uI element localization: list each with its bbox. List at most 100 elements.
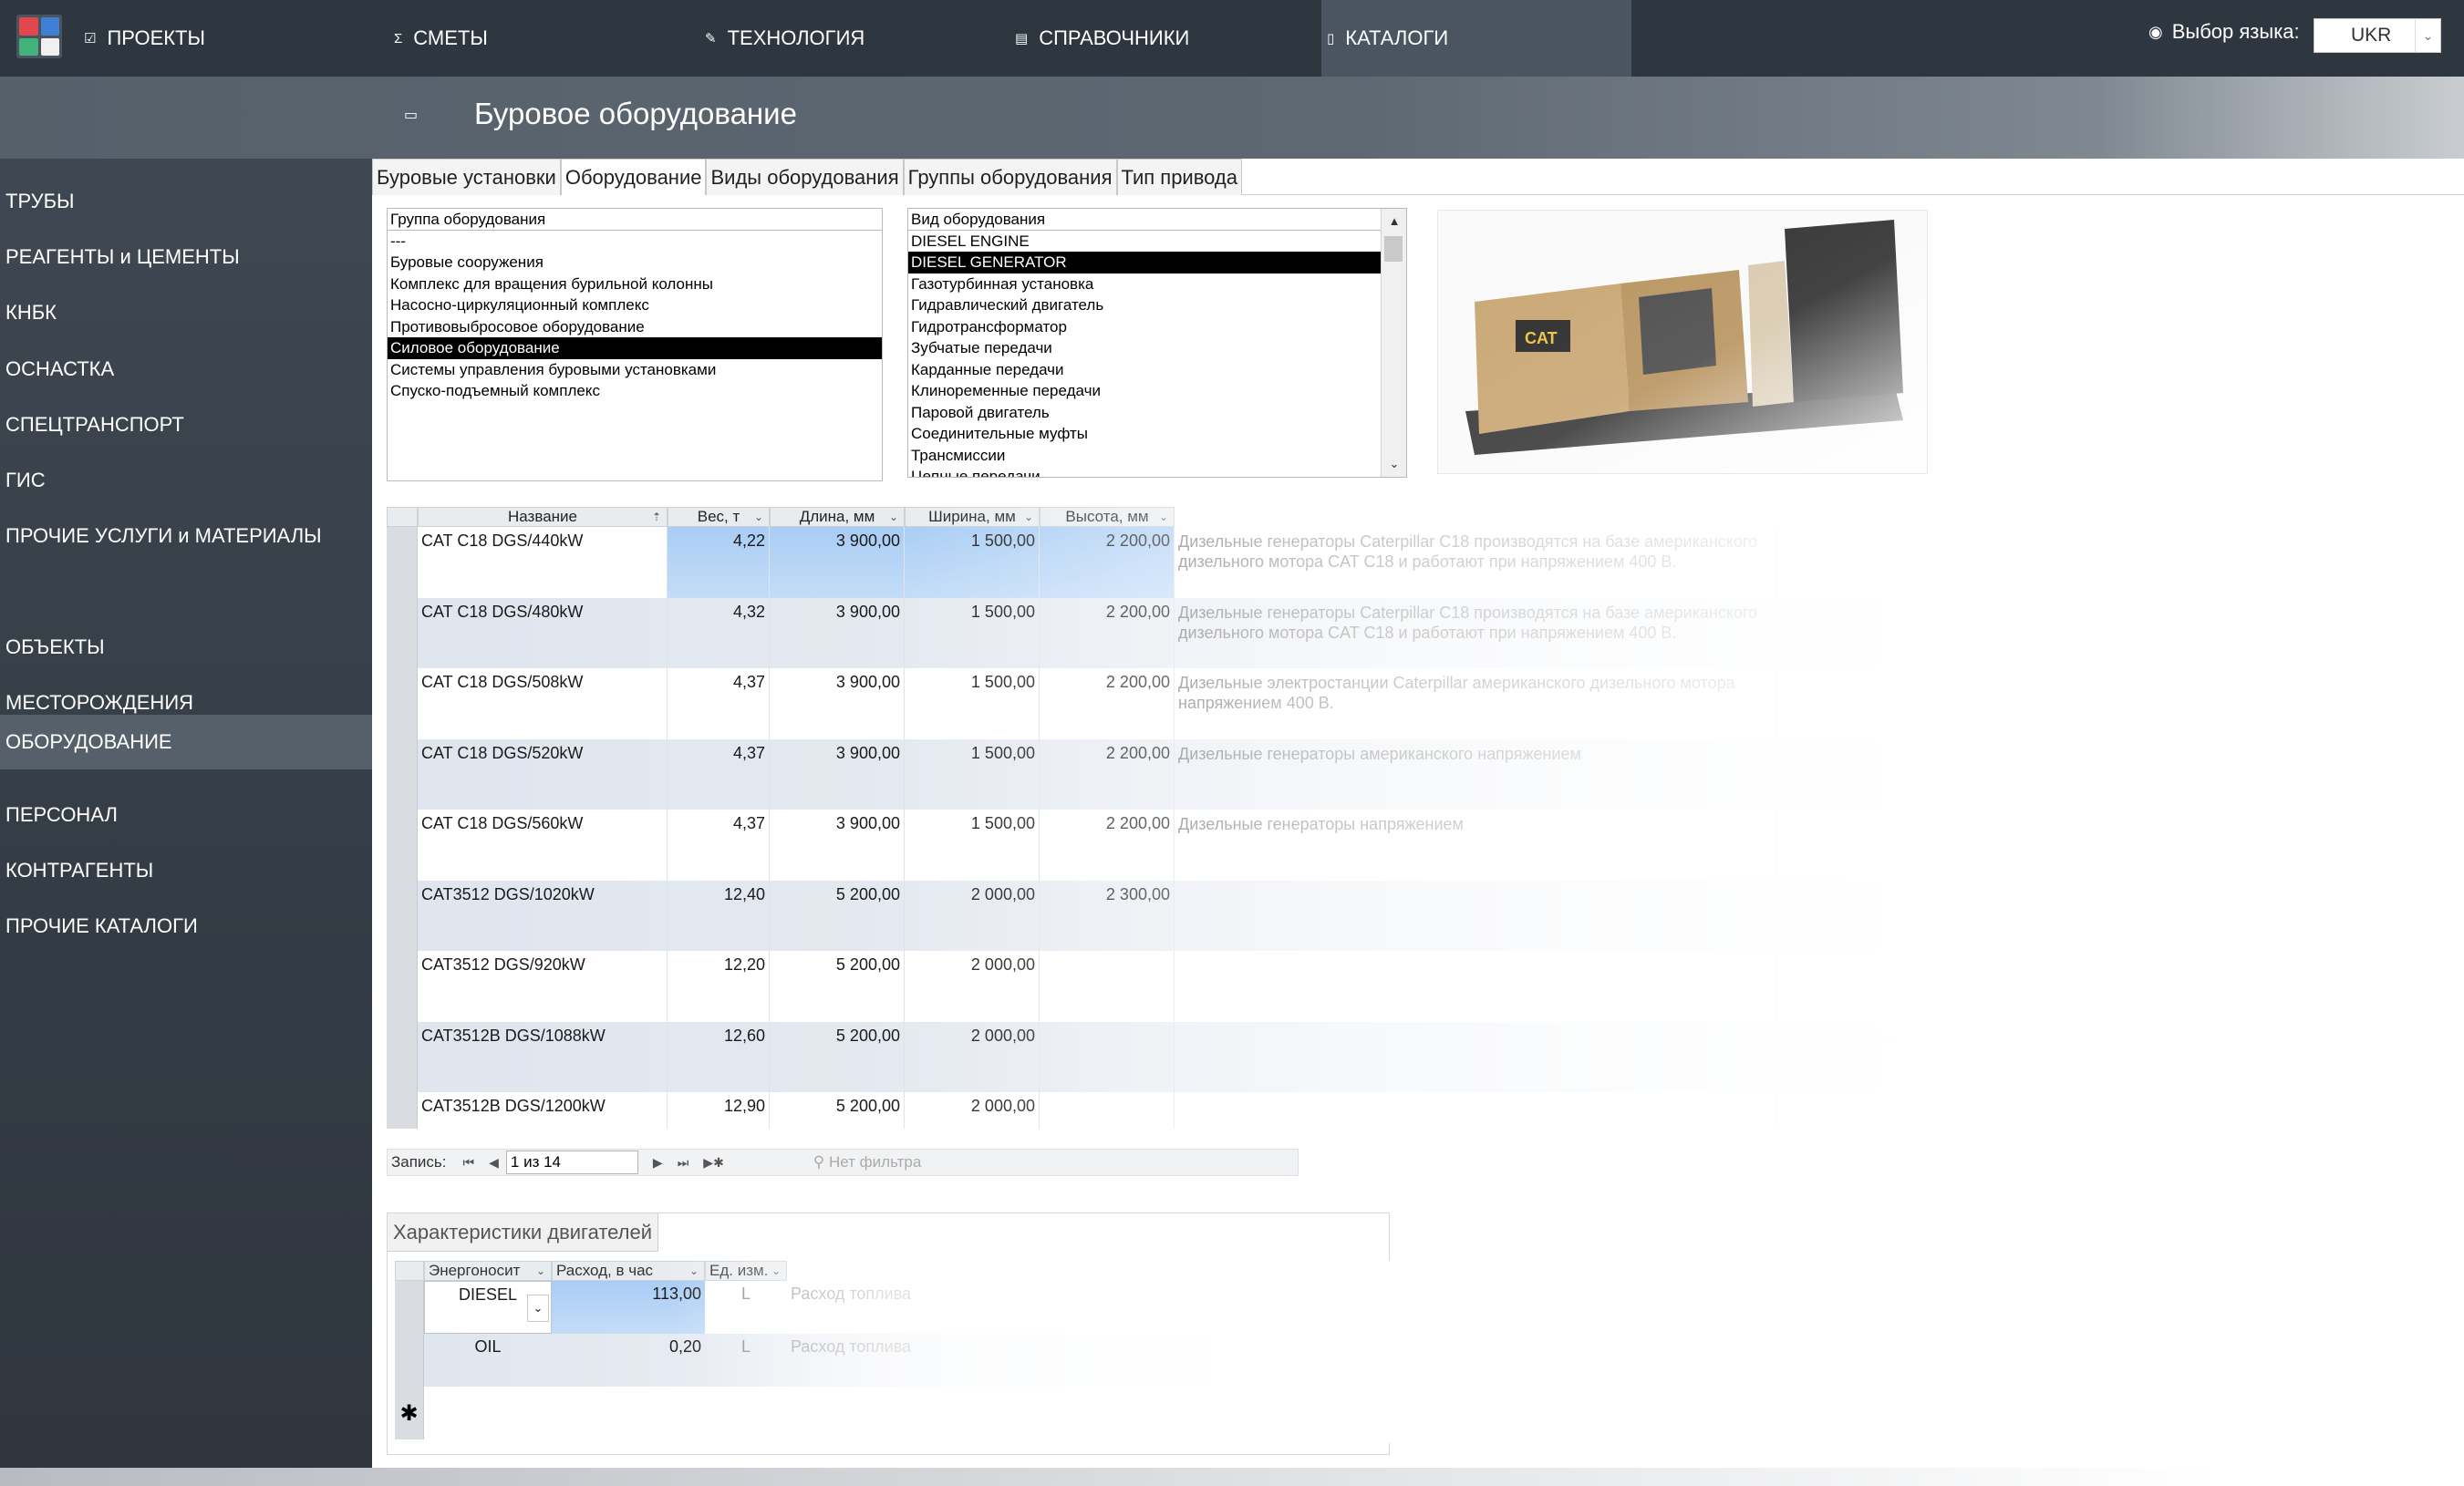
row-indicator[interactable] <box>387 738 418 810</box>
dropdown-icon[interactable]: ⌄ <box>689 1264 699 1277</box>
sidebar-item-objects[interactable]: ОБЪЕКТЫ <box>0 620 372 675</box>
cell-name[interactable]: CAT3512B DGS/1200kW <box>418 1092 668 1129</box>
cell-description[interactable]: Дизельные генераторы Caterpillar C18 про… <box>1175 597 1776 668</box>
row-indicator[interactable] <box>395 1281 424 1334</box>
cell-weight[interactable]: 4,37 <box>668 810 770 881</box>
cell-carrier[interactable]: OIL <box>424 1334 552 1387</box>
nav-tab-references[interactable]: ▤ СПРАВОЧНИКИ <box>1015 0 1316 77</box>
first-record-icon[interactable]: ⏮ <box>463 1155 475 1171</box>
table-row[interactable]: CAT C18 DGS/560kW 4,37 3 900,00 1 500,00… <box>387 810 2192 881</box>
row-indicator[interactable] <box>387 880 418 951</box>
sidebar-item-other-catalogs[interactable]: ПРОЧИЕ КАТАЛОГИ <box>0 899 372 954</box>
language-select[interactable]: UKR ⌄ <box>2314 18 2441 53</box>
cell-rate[interactable]: 0,20 <box>552 1334 705 1387</box>
cell-weight[interactable]: 12,40 <box>668 880 770 951</box>
cell-name[interactable]: CAT C18 DGS/480kW <box>418 597 668 668</box>
cell-length[interactable]: 3 900,00 <box>770 597 905 668</box>
app-logo[interactable] <box>16 15 62 58</box>
table-row[interactable]: CAT C18 DGS/480kW 4,32 3 900,00 1 500,00… <box>387 597 2192 668</box>
list-item[interactable]: Цепные передачи <box>908 466 1381 477</box>
column-header-rate[interactable]: Расход, в час ⌄ <box>552 1261 705 1281</box>
chevron-down-icon[interactable]: ⌄ <box>2415 19 2440 52</box>
row-indicator[interactable] <box>387 668 418 739</box>
cell-width[interactable]: 2 000,00 <box>905 880 1040 951</box>
scrollbar[interactable]: ▲ ⌄ <box>1381 209 1406 477</box>
table-row[interactable]: CAT C18 DGS/508kW 4,37 3 900,00 1 500,00… <box>387 668 2192 739</box>
cell-weight[interactable]: 4,37 <box>668 738 770 810</box>
list-item[interactable]: Насосно-циркуляционный комплекс <box>388 294 882 316</box>
cell-width[interactable]: 2 000,00 <box>905 1092 1040 1129</box>
tab-drilling-rigs[interactable]: Буровые установки <box>372 159 561 195</box>
dropdown-icon[interactable]: ⌄ <box>754 511 763 523</box>
cell-length[interactable]: 5 200,00 <box>770 951 905 1022</box>
list-item[interactable]: DIESEL ENGINE <box>908 231 1381 253</box>
dropdown-icon[interactable]: ⌄ <box>536 1264 545 1277</box>
new-record-icon[interactable]: ▶✱ <box>703 1155 724 1171</box>
cell-weight[interactable]: 12,90 <box>668 1092 770 1129</box>
cell-height[interactable] <box>1040 1021 1175 1092</box>
list-item[interactable]: Трансмиссии <box>908 445 1381 467</box>
column-header-weight[interactable]: Вес, т ⌄ <box>668 507 770 527</box>
cell-description[interactable]: Дизельные генераторы Caterpillar C18 про… <box>1175 527 1776 598</box>
sort-asc-icon[interactable]: ⇡ <box>652 511 661 523</box>
cell-weight[interactable]: 4,22 <box>668 527 770 598</box>
cell-description[interactable]: Дизельные генераторы напряжением <box>1175 810 1776 881</box>
nav-tab-catalogs[interactable]: ▯ КАТАЛОГИ <box>1321 0 1631 77</box>
cell-length[interactable]: 5 200,00 <box>770 880 905 951</box>
last-record-icon[interactable]: ⏭ <box>678 1155 689 1171</box>
tab-engine-characteristics[interactable]: Характеристики двигателей <box>388 1213 659 1252</box>
column-header-carrier[interactable]: Энергоносит ⌄ <box>424 1261 552 1281</box>
nav-tab-estimates[interactable]: Σ СМЕТЫ <box>394 0 695 77</box>
cell-height[interactable]: 2 300,00 <box>1040 880 1175 951</box>
cell-description[interactable] <box>1175 1092 1776 1129</box>
cell-width[interactable]: 2 000,00 <box>905 951 1040 1022</box>
list-item-selected[interactable]: DIESEL GENERATOR <box>908 252 1381 273</box>
cell-weight[interactable]: 4,32 <box>668 597 770 668</box>
table-row[interactable]: OIL 0,20 L Расход топлива <box>395 1334 1380 1387</box>
dropdown-icon[interactable]: ⌄ <box>771 1264 781 1277</box>
scroll-thumb[interactable] <box>1384 236 1403 262</box>
list-item[interactable]: Газотурбинная установка <box>908 273 1381 295</box>
cell-length[interactable]: 3 900,00 <box>770 738 905 810</box>
table-row[interactable]: CAT3512B DGS/1088kW 12,60 5 200,00 2 000… <box>387 1021 2192 1092</box>
sidebar-item-contractors[interactable]: КОНТРАГЕНТЫ <box>0 843 372 898</box>
nav-tab-projects[interactable]: ☑ ПРОЕКТЫ <box>84 0 385 77</box>
column-header-length[interactable]: Длина, мм ⌄ <box>770 507 905 527</box>
list-item[interactable]: Зубчатые передачи <box>908 337 1381 359</box>
new-row[interactable]: ✱ <box>395 1387 1380 1440</box>
sidebar-item-gis[interactable]: ГИС <box>0 453 372 508</box>
cell-name[interactable]: CAT3512B DGS/1088kW <box>418 1021 668 1092</box>
dropdown-icon[interactable]: ⌄ <box>1159 511 1168 523</box>
cell-rate[interactable]: 113,00 <box>552 1281 705 1334</box>
cell-description[interactable]: Дизельные электростанции Caterpillar аме… <box>1175 668 1776 739</box>
cell-width[interactable]: 1 500,00 <box>905 738 1040 810</box>
list-item-selected[interactable]: Силовое оборудование <box>388 337 882 359</box>
tab-equipment-groups[interactable]: Группы оборудования <box>903 159 1117 195</box>
row-indicator[interactable] <box>387 810 418 881</box>
cell-unit[interactable]: L <box>705 1334 787 1387</box>
cell-length[interactable]: 5 200,00 <box>770 1092 905 1129</box>
cell-weight[interactable]: 12,60 <box>668 1021 770 1092</box>
row-indicator[interactable] <box>395 1334 424 1387</box>
cell-weight[interactable]: 12,20 <box>668 951 770 1022</box>
chevron-down-icon[interactable]: ⌄ <box>527 1295 549 1322</box>
row-indicator[interactable] <box>387 597 418 668</box>
cell-name[interactable]: CAT3512 DGS/1020kW <box>418 880 668 951</box>
column-header-width[interactable]: Ширина, мм ⌄ <box>905 507 1040 527</box>
filter-indicator[interactable]: ⚲ Нет фильтра <box>813 1153 922 1171</box>
column-header-unit[interactable]: Ед. изм. ⌄ <box>705 1261 787 1281</box>
cell-name[interactable]: CAT C18 DGS/440kW <box>418 527 668 598</box>
cell-description[interactable]: Дизельные генераторы американского напря… <box>1175 738 1776 810</box>
tab-equipment-types[interactable]: Виды оборудования <box>706 159 904 195</box>
cell-height[interactable]: 2 200,00 <box>1040 810 1175 881</box>
row-indicator[interactable] <box>387 527 418 598</box>
row-indicator[interactable] <box>387 1092 418 1129</box>
list-item[interactable]: Клиноременные передачи <box>908 380 1381 402</box>
list-item[interactable]: Комплекс для вращения бурильной колонны <box>388 273 882 295</box>
cell-length[interactable]: 3 900,00 <box>770 810 905 881</box>
cell-width[interactable]: 2 000,00 <box>905 1021 1040 1092</box>
table-row[interactable]: DIESEL ⌄ 113,00 L Расход топлива <box>395 1281 1380 1334</box>
next-record-icon[interactable]: ▶ <box>653 1155 663 1171</box>
cell-description[interactable] <box>1175 880 1776 951</box>
cell-description[interactable] <box>1175 1021 1776 1092</box>
